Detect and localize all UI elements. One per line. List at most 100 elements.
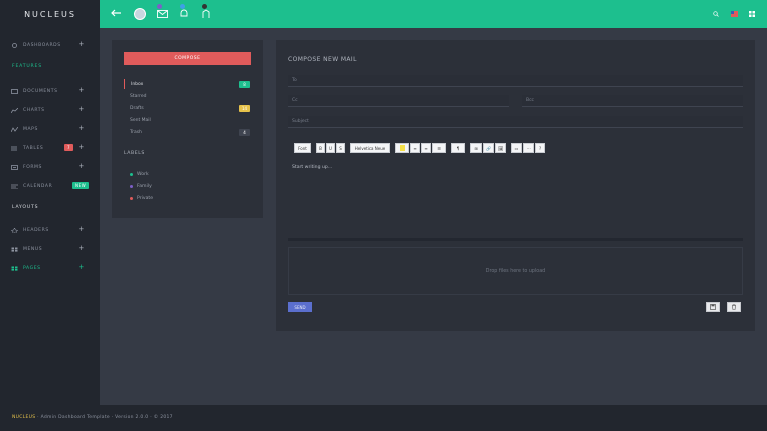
- sidebar-item-calendar[interactable]: CALENDAR NEW: [0, 180, 100, 192]
- image-button[interactable]: 🖼: [495, 143, 506, 153]
- calendar-icon: [11, 184, 18, 189]
- sidebar-item-label: CHARTS: [23, 107, 45, 113]
- flag-icon[interactable]: [730, 10, 738, 18]
- sidebar: NUCLEUS DASHBOARDS + FEATURES DOCUMENTS …: [0, 0, 100, 405]
- menus-icon: [11, 247, 18, 252]
- font-family-select[interactable]: Helvetica Neue: [350, 143, 390, 153]
- cc-field[interactable]: Cc: [288, 95, 509, 107]
- folder-label: Drafts: [130, 105, 144, 111]
- color-swatch-icon: [399, 145, 405, 151]
- tasks-icon[interactable]: [200, 8, 212, 19]
- footer-brand: NUCLEUS: [12, 415, 36, 420]
- folder-label: Starred: [130, 93, 147, 99]
- folder-inbox[interactable]: Inbox 8: [124, 79, 251, 89]
- expand-icon[interactable]: +: [79, 41, 85, 48]
- link-button[interactable]: 🔗: [483, 143, 494, 153]
- ordered-list-button[interactable]: ≡: [421, 143, 431, 153]
- expand-icon[interactable]: +: [79, 264, 85, 271]
- charts-icon: [10, 107, 19, 113]
- sidebar-item-documents[interactable]: DOCUMENTS +: [0, 85, 100, 97]
- folder-sent-mail[interactable]: Sent Mail: [124, 115, 251, 125]
- compose-title: COMPOSE NEW MAIL: [288, 56, 357, 63]
- file-dropzone[interactable]: Drop files here to upload: [288, 247, 743, 295]
- label-name: Private: [137, 196, 154, 201]
- folder-label: Sent Mail: [130, 117, 151, 123]
- sidebar-item-pages[interactable]: PAGES +: [0, 262, 100, 274]
- editor-placeholder: Start writing up...: [292, 165, 333, 170]
- bcc-field[interactable]: Bcc: [522, 95, 743, 107]
- folder-starred[interactable]: Starred: [124, 91, 251, 101]
- compose-button[interactable]: COMPOSE: [124, 52, 251, 65]
- expand-icon[interactable]: +: [79, 87, 85, 94]
- message-editor[interactable]: Start writing up...: [288, 153, 743, 241]
- search-icon[interactable]: [712, 10, 720, 18]
- align-button[interactable]: ☰: [432, 143, 446, 153]
- bold-button[interactable]: B: [316, 143, 325, 153]
- tables-icon: [11, 145, 18, 151]
- fullscreen-button[interactable]: ▭: [511, 143, 522, 153]
- editor-divider: [288, 238, 743, 241]
- label-private[interactable]: Private: [130, 196, 153, 201]
- sidebar-item-label: MENUS: [23, 246, 43, 252]
- expand-icon[interactable]: +: [79, 144, 85, 151]
- paragraph-button[interactable]: ¶: [451, 143, 465, 153]
- tables-count-badge: 7: [64, 144, 74, 151]
- arrow-left-icon[interactable]: [110, 7, 122, 19]
- subject-field[interactable]: Subject: [288, 116, 743, 128]
- folder-drafts[interactable]: Drafts 14: [124, 103, 251, 113]
- user-avatar[interactable]: [134, 8, 146, 20]
- text-color-button[interactable]: [395, 143, 409, 153]
- sidebar-item-menus[interactable]: MENUS +: [0, 243, 100, 255]
- sidebar-item-charts[interactable]: CHARTS +: [0, 104, 100, 116]
- notifications-icon[interactable]: [178, 8, 190, 19]
- underline-button[interactable]: U: [326, 143, 335, 153]
- table-button[interactable]: ⊞: [470, 143, 482, 153]
- folder-trash[interactable]: Trash 4: [124, 127, 251, 137]
- footer-copyright: · Admin Dashboard Template · Version 2.0…: [35, 415, 173, 420]
- sidebar-item-dashboards[interactable]: DASHBOARDS +: [0, 39, 100, 51]
- footer-text: NUCLEUS · Admin Dashboard Template · Ver…: [12, 415, 173, 420]
- expand-icon[interactable]: +: [79, 245, 85, 252]
- footer: NUCLEUS · Admin Dashboard Template · Ver…: [0, 405, 767, 431]
- sidebar-item-label: PAGES: [23, 265, 41, 271]
- label-name: Family: [137, 184, 152, 189]
- label-family[interactable]: Family: [130, 184, 152, 189]
- expand-icon[interactable]: +: [79, 125, 85, 132]
- expand-icon[interactable]: +: [79, 226, 85, 233]
- label-name: Work: [137, 172, 149, 177]
- folder-label: Trash: [130, 129, 142, 135]
- sidebar-item-headers[interactable]: HEADERS +: [0, 224, 100, 236]
- send-button[interactable]: SEND: [288, 302, 312, 312]
- sidebar-item-forms[interactable]: FORMS +: [0, 161, 100, 173]
- code-button[interactable]: ⋯: [523, 143, 534, 153]
- label-dot-icon: [130, 197, 133, 200]
- mail-folders-panel: COMPOSE Inbox 8 Starred Drafts 14 Sent M…: [112, 40, 263, 218]
- tasks-badge: [202, 4, 207, 9]
- to-field[interactable]: To: [288, 75, 743, 87]
- sidebar-item-label: TABLES: [23, 145, 44, 151]
- sidebar-item-label: FORMS: [23, 164, 42, 170]
- font-button[interactable]: Font: [294, 143, 311, 153]
- sidebar-item-label: DASHBOARDS: [23, 42, 61, 48]
- discard-button[interactable]: [727, 302, 741, 312]
- label-dot-icon: [130, 173, 133, 176]
- dashboard-icon: [11, 42, 18, 48]
- grid-icon[interactable]: [748, 10, 756, 18]
- sidebar-item-label: MAPS: [23, 126, 38, 132]
- sidebar-item-tables[interactable]: TABLES 7 +: [0, 142, 100, 154]
- top-bar: [100, 0, 767, 28]
- folder-label: Inbox: [131, 81, 144, 87]
- expand-icon[interactable]: +: [79, 106, 85, 113]
- maps-icon: [10, 126, 19, 132]
- labels-heading: LABELS: [124, 151, 145, 156]
- messages-icon[interactable]: [156, 9, 169, 19]
- strikethrough-button[interactable]: S: [336, 143, 345, 153]
- sidebar-item-maps[interactable]: MAPS +: [0, 123, 100, 135]
- app-logo: NUCLEUS: [24, 9, 76, 19]
- expand-icon[interactable]: +: [79, 163, 85, 170]
- help-button[interactable]: ?: [535, 143, 545, 153]
- save-draft-button[interactable]: [706, 302, 720, 312]
- label-work[interactable]: Work: [130, 172, 149, 177]
- unordered-list-button[interactable]: ≡: [410, 143, 420, 153]
- folder-count-badge: 4: [239, 129, 250, 136]
